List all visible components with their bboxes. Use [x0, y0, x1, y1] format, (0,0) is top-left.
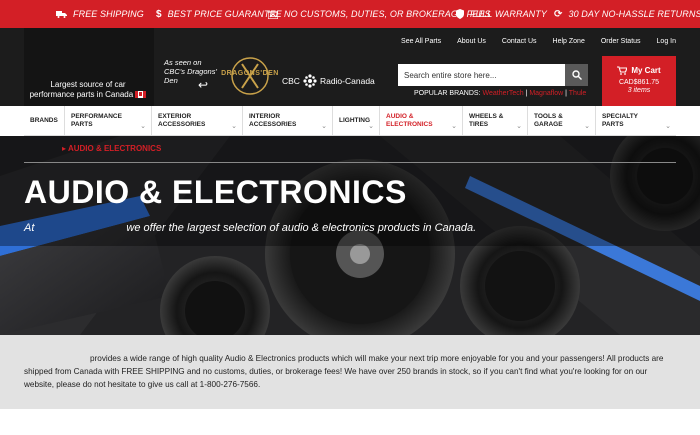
cart-total: CAD$861.75 — [618, 79, 660, 86]
cart-title: My Cart — [631, 66, 661, 75]
shield-icon — [456, 9, 464, 19]
brand-link-thule[interactable]: Thule — [569, 90, 587, 97]
breadcrumb-divider — [24, 162, 676, 163]
dragons-den-logo: DRAGONS'DEN — [220, 54, 280, 98]
promo-full-warranty: FULL WARRANTY — [456, 0, 547, 28]
hero-banner: ▸ AUDIO & ELECTRONICS AUDIO & ELECTRONIC… — [0, 136, 700, 335]
nav-performance-parts[interactable]: PERFORMANCE PARTS ⌄ — [65, 106, 152, 136]
nav-exterior-accessories[interactable]: EXTERIOR ACCESSORIES ⌄ — [152, 106, 243, 136]
promo-bar: FREE SHIPPING $ BEST PRICE GUARANTEE NO … — [0, 0, 700, 28]
search-button[interactable] — [565, 64, 588, 86]
top-links: See All Parts About Us Contact Us Help Z… — [385, 38, 676, 45]
link-order-status[interactable]: Order Status — [601, 38, 641, 45]
truck-icon — [56, 11, 67, 18]
nav-wheels-tires[interactable]: WHEELS & TIRES ⌄ — [463, 106, 528, 136]
link-see-all-parts[interactable]: See All Parts — [401, 38, 441, 45]
dollar-icon: $ — [156, 8, 162, 20]
tagline: Largest source of car performance parts … — [28, 80, 148, 100]
link-help-zone[interactable]: Help Zone — [553, 38, 585, 45]
search-icon — [571, 70, 582, 80]
chevron-down-icon: ⌄ — [231, 123, 237, 130]
nav-audio-electronics[interactable]: AUDIO & ELECTRONICS ⌄ — [380, 106, 463, 136]
nav-lighting[interactable]: LIGHTING ⌄ — [333, 106, 380, 136]
chevron-down-icon: ⌄ — [584, 123, 590, 130]
main-nav: BRANDS PERFORMANCE PARTS ⌄ EXTERIOR ACCES… — [24, 106, 676, 136]
hero-background-image — [0, 136, 700, 335]
chevron-down-icon: ⌄ — [451, 123, 457, 130]
chevron-down-icon: ⌄ — [516, 123, 522, 130]
promo-returns: ⟳ 30 DAY NO-HASSLE RETURNS — [554, 8, 700, 20]
chevron-down-icon: ⌄ — [140, 123, 146, 130]
chevron-down-icon: ⌄ — [368, 123, 374, 130]
link-log-in[interactable]: Log In — [657, 38, 676, 45]
no-duties-icon — [268, 10, 278, 19]
nav-brands[interactable]: BRANDS — [24, 106, 65, 136]
chevron-down-icon: ⌄ — [665, 123, 671, 130]
link-contact-us[interactable]: Contact Us — [502, 38, 537, 45]
curved-arrow-icon: ↩ — [198, 78, 209, 92]
nav-tools-garage[interactable]: TOOLS & GARAGE ⌄ — [528, 106, 596, 136]
link-about-us[interactable]: About Us — [457, 38, 486, 45]
cart-icon — [617, 66, 628, 75]
brand-link-weathertech[interactable]: WeatherTech — [482, 90, 523, 97]
cbc-gem-icon — [303, 74, 317, 88]
page-title: AUDIO & ELECTRONICS — [24, 174, 407, 210]
chevron-down-icon: ⌄ — [321, 123, 327, 130]
search-box — [398, 64, 588, 86]
nav-specialty-parts[interactable]: SPECIALTY PARTS ⌄ — [596, 106, 676, 136]
promo-free-shipping: FREE SHIPPING — [56, 0, 144, 28]
description-text: provides a wide range of high quality Au… — [24, 354, 664, 389]
cbc-radio-canada-logo: CBC Radio-Canada — [282, 74, 375, 88]
refresh-icon: ⟳ — [554, 8, 563, 20]
canada-flag-icon — [135, 91, 147, 99]
breadcrumb: ▸ AUDIO & ELECTRONICS — [62, 144, 162, 153]
popular-brands: POPULAR BRANDS: WeatherTech | Magnaflow … — [414, 90, 587, 97]
hero-subtitle: At we offer the largest selection of audi… — [24, 222, 477, 234]
brand-link-magnaflow[interactable]: Magnaflow — [529, 90, 563, 97]
site-header: Largest source of car performance parts … — [0, 28, 700, 116]
nav-interior-accessories[interactable]: INTERIOR ACCESSORIES ⌄ — [243, 106, 333, 136]
search-input[interactable] — [398, 64, 565, 86]
promo-best-price: $ BEST PRICE GUARANTEE — [156, 8, 282, 20]
seen-on-text: As seen on CBC's Dragons' Den — [164, 58, 217, 85]
category-description: provides a wide range of high quality Au… — [0, 335, 700, 409]
cart-item-count: 3 items — [627, 87, 651, 94]
